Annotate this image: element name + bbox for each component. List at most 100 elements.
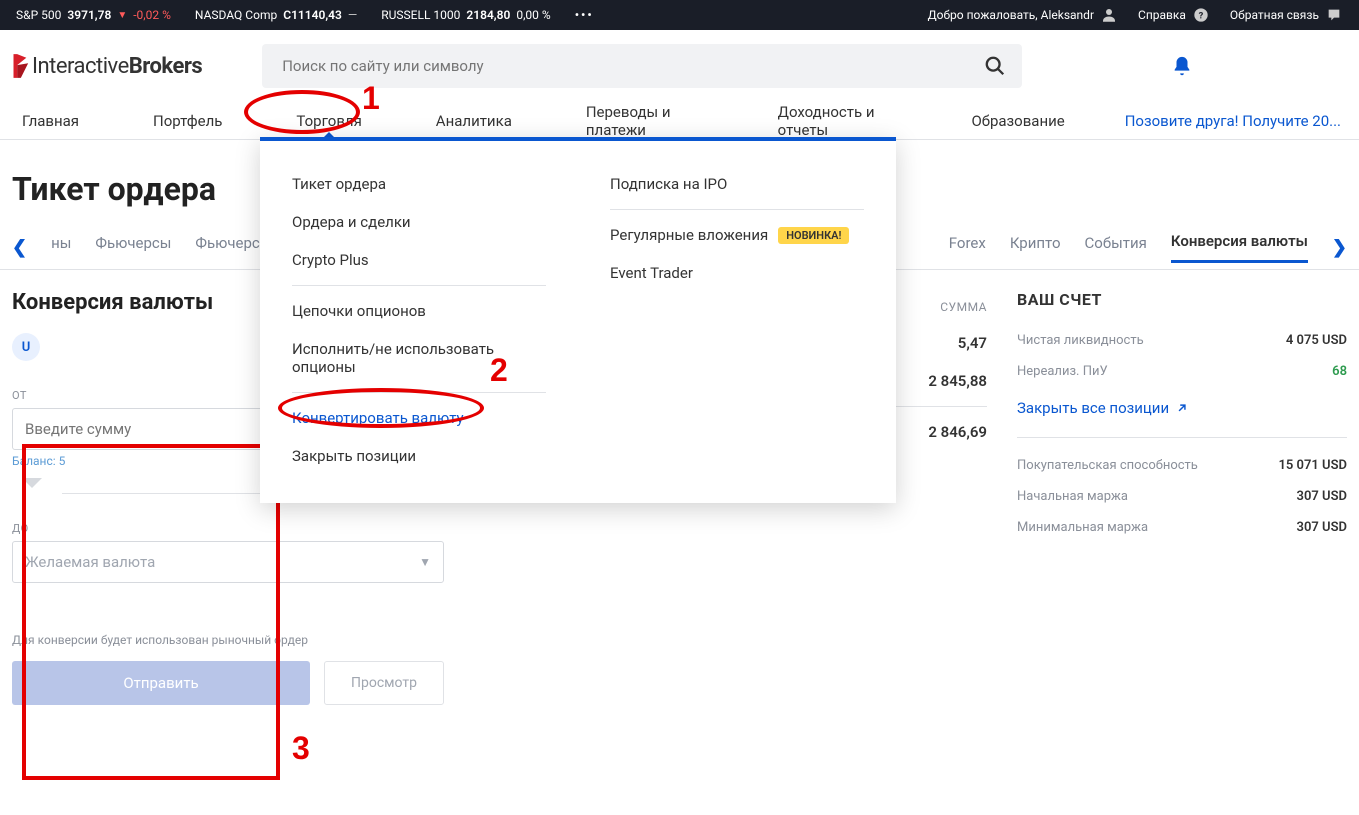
dropdown-event-trader[interactable]: Event Trader	[610, 254, 864, 292]
logo-text: InteractiveBrokers	[32, 54, 202, 79]
ticker-bar: S&P 500 3971,78 ▼ -0,02 % NASDAQ Comp C1…	[0, 0, 1359, 30]
welcome-text: Добро пожаловать, Aleksandr	[928, 8, 1094, 22]
dropdown-item-label: Регулярные вложения	[610, 226, 768, 244]
account-row-value: 307 USD	[1297, 489, 1347, 504]
search-input[interactable]	[262, 44, 1022, 88]
account-divider	[1017, 437, 1347, 438]
ticker-change: 0,00 %	[516, 8, 550, 22]
account-row-label: Начальная маржа	[1017, 489, 1128, 504]
notifications[interactable]	[1171, 54, 1343, 78]
subtab-events[interactable]: События	[1085, 234, 1147, 262]
subtabs-prev-icon[interactable]: ❮	[12, 237, 27, 258]
feedback-link[interactable]: Обратная связь	[1230, 6, 1343, 24]
subtab-currency-conversion[interactable]: Конверсия валюты	[1171, 232, 1308, 263]
close-all-positions-link[interactable]: Закрыть все позиции	[1017, 387, 1347, 433]
dropdown-ipo[interactable]: Подписка на IPO	[610, 165, 864, 203]
dropdown-order-ticket[interactable]: Тикет ордера	[292, 165, 546, 203]
trade-dropdown: Тикет ордера Ордера и сделки Crypto Plus…	[260, 137, 896, 503]
mid-value: 5,47	[958, 334, 987, 352]
ticker-name: NASDAQ Comp	[195, 8, 277, 22]
nav-bar: Главная Портфель Торговля Аналитика Пере…	[0, 102, 1359, 140]
ticker-item-sp500[interactable]: S&P 500 3971,78 ▼ -0,02 %	[16, 8, 171, 22]
ticker-item-nasdaq[interactable]: NASDAQ Comp C11140,43 —	[195, 8, 357, 22]
subtab-crypto[interactable]: Крипто	[1010, 234, 1061, 262]
account-row-value: 15 071 USD	[1278, 458, 1347, 473]
ticker-item-russell[interactable]: RUSSELL 1000 2184,80 0,00 %	[381, 8, 550, 22]
feedback-icon	[1325, 6, 1343, 24]
ticker-more-icon[interactable]: •••	[575, 8, 594, 22]
dropdown-close-positions[interactable]: Закрыть позиции	[292, 437, 546, 475]
dropdown-divider	[292, 285, 546, 286]
subtab-item[interactable]: ны	[51, 234, 71, 262]
dropdown-divider	[610, 209, 864, 210]
external-link-icon	[1175, 401, 1189, 415]
annotation-number-3: 3	[292, 730, 310, 767]
header: InteractiveBrokers	[0, 30, 1359, 102]
help-icon: ?	[1192, 6, 1210, 24]
subtab-item[interactable]: Фьючерс	[195, 234, 259, 262]
help-text: Справка	[1138, 8, 1186, 22]
nav-education[interactable]: Образование	[957, 102, 1078, 139]
currency-badge[interactable]: U	[12, 333, 40, 361]
dropdown-convert-currency[interactable]: Конвертировать валюту	[292, 399, 546, 437]
dropdown-divider	[292, 392, 546, 393]
feedback-text: Обратная связь	[1230, 8, 1319, 22]
to-currency-select[interactable]: Желаемая валюта ▼	[12, 541, 444, 583]
subtabs-next-icon[interactable]: ❯	[1332, 237, 1347, 258]
nav-portfolio[interactable]: Портфель	[139, 102, 236, 139]
account-panel: ВАШ СЧЕТ Чистая ликвидность 4 075 USD Не…	[1017, 290, 1347, 543]
swap-arrow-icon[interactable]	[12, 484, 52, 502]
dropdown-orders-trades[interactable]: Ордера и сделки	[292, 203, 546, 241]
mid-value: 2 845,88	[928, 372, 987, 390]
dropdown-option-chains[interactable]: Цепочки опционов	[292, 292, 546, 330]
to-label: ДО	[12, 522, 444, 535]
search-icon[interactable]	[984, 55, 1006, 77]
account-row: Минимальная маржа 307 USD	[1017, 512, 1347, 543]
mid-total-value: 2 846,69	[928, 423, 987, 441]
account-row: Покупательская способность 15 071 USD	[1017, 450, 1347, 481]
submit-button[interactable]: Отправить	[12, 661, 310, 705]
nav-reports[interactable]: Доходность и отчеты	[764, 102, 912, 139]
dropdown-exercise-options[interactable]: Исполнить/не использовать опционы	[292, 330, 546, 386]
dropdown-recurring[interactable]: Регулярные вложения НОВИНКА!	[610, 216, 864, 254]
account-row: Нереализ. ПиУ 68	[1017, 356, 1347, 387]
sum-label: СУММА	[940, 300, 987, 314]
bell-icon	[1171, 54, 1193, 78]
ticker-value: 3971,78	[67, 8, 111, 22]
close-link-text: Закрыть все позиции	[1017, 399, 1169, 417]
account-row-value: 4 075 USD	[1286, 333, 1347, 348]
account-row-label: Минимальная маржа	[1017, 520, 1148, 535]
logo[interactable]: InteractiveBrokers	[8, 52, 202, 80]
nav-home[interactable]: Главная	[8, 102, 93, 139]
ticker-right: Добро пожаловать, Aleksandr Справка ? Об…	[928, 6, 1343, 24]
conversion-note: Для конверсии будет использован рыночный…	[12, 633, 444, 647]
user-icon	[1100, 6, 1118, 24]
nav-referral[interactable]: Позовите друга! Получите 20...	[1125, 112, 1351, 130]
new-badge: НОВИНКА!	[778, 227, 849, 244]
ticker-left: S&P 500 3971,78 ▼ -0,02 % NASDAQ Comp C1…	[16, 8, 594, 22]
dropdown-col-1: Тикет ордера Ордера и сделки Crypto Plus…	[260, 165, 578, 475]
nav-trade[interactable]: Торговля	[282, 102, 375, 139]
subtab-futures[interactable]: Фьючерсы	[95, 234, 171, 262]
account-row-label: Покупательская способность	[1017, 458, 1198, 473]
logo-icon	[8, 52, 30, 80]
dropdown-crypto-plus[interactable]: Crypto Plus	[292, 241, 546, 279]
account-row-value: 68	[1332, 364, 1347, 379]
account-title: ВАШ СЧЕТ	[1017, 290, 1347, 309]
ticker-change: —	[348, 8, 357, 22]
account-row: Начальная маржа 307 USD	[1017, 481, 1347, 512]
account-row-label: Нереализ. ПиУ	[1017, 364, 1108, 379]
chevron-down-icon: ▼	[419, 555, 431, 569]
help-link[interactable]: Справка ?	[1138, 6, 1210, 24]
nav-transfers[interactable]: Переводы и платежи	[572, 102, 718, 139]
ticker-change: -0,02 %	[133, 8, 171, 22]
search-wrap	[262, 44, 1022, 88]
subtab-forex[interactable]: Forex	[949, 234, 986, 262]
welcome-user[interactable]: Добро пожаловать, Aleksandr	[928, 6, 1118, 24]
preview-button[interactable]: Просмотр	[324, 661, 444, 705]
arrow-down-icon: ▼	[117, 10, 127, 21]
form-buttons: Отправить Просмотр	[12, 661, 444, 705]
nav-analytics[interactable]: Аналитика	[422, 102, 526, 139]
svg-text:?: ?	[1199, 10, 1204, 21]
account-row: Чистая ликвидность 4 075 USD	[1017, 325, 1347, 356]
